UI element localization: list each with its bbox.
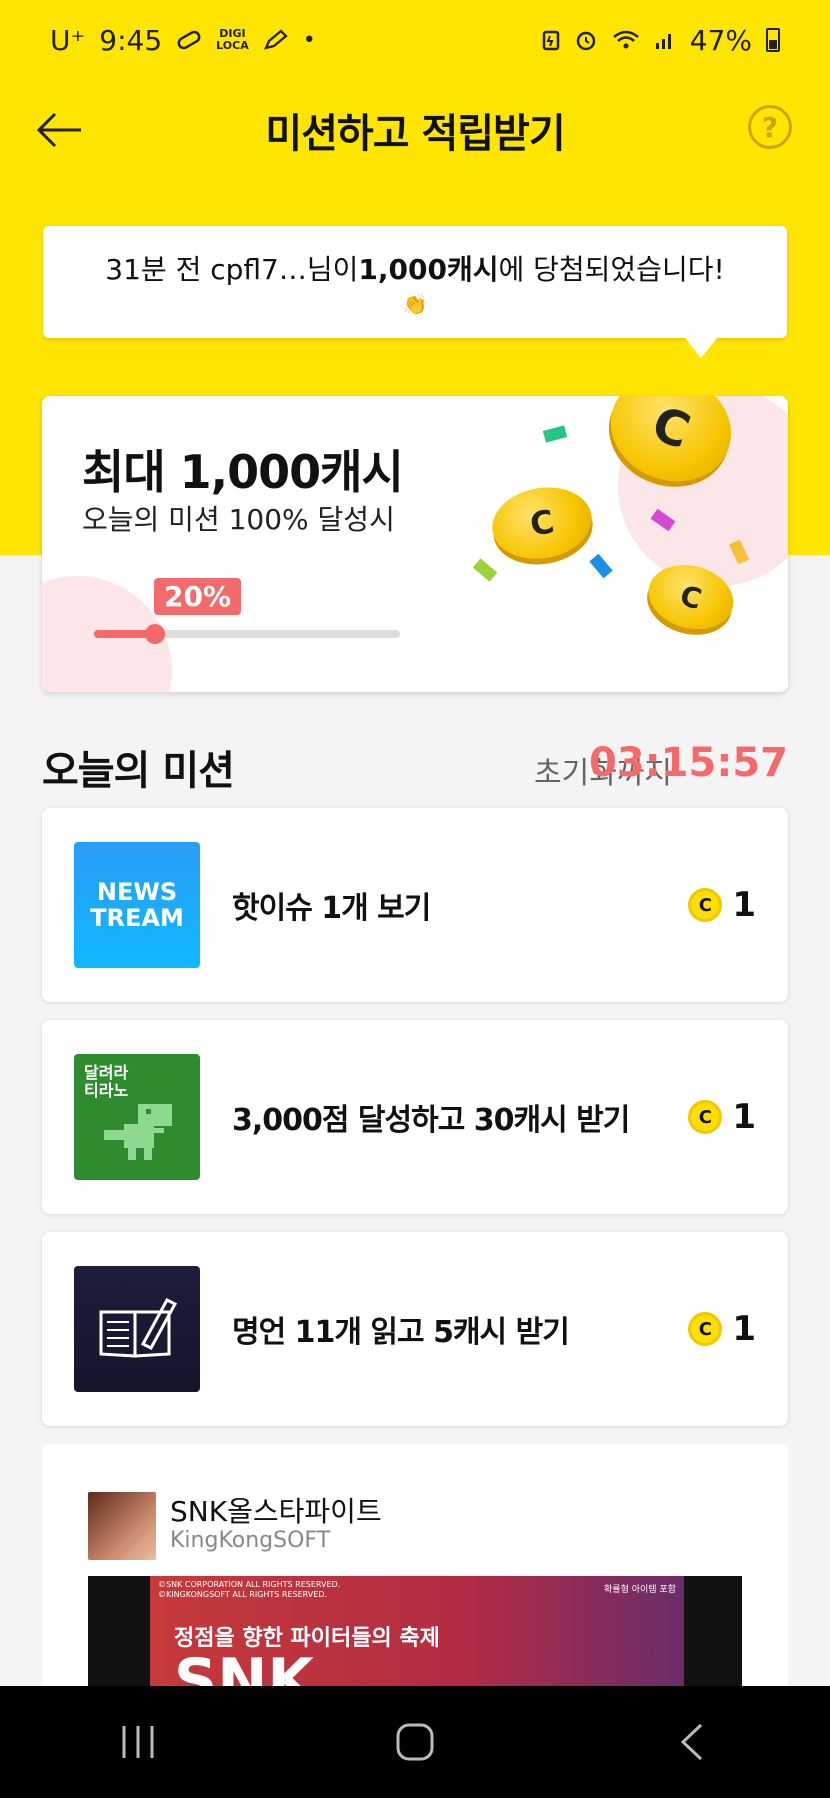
cash-coin-icon: C	[688, 888, 723, 922]
home-button[interactable]	[375, 1712, 455, 1772]
reset-countdown: 03:15:57	[589, 740, 788, 786]
ad-app-name: SNK올스타파이트	[170, 1495, 382, 1528]
home-icon	[396, 1723, 434, 1761]
dot-icon: •	[302, 27, 316, 53]
reward-amount: 1	[732, 1309, 756, 1349]
mission-card-tyranno[interactable]: 달려라 티라노 3,000점 달성하고 30캐시 받기 C 1	[42, 1020, 788, 1214]
question-icon: ?	[761, 110, 779, 144]
battery-percent: 47%	[689, 23, 752, 57]
status-bar: U⁺ 9:45 DIGI LOCA • 47%	[0, 0, 830, 80]
winner-notice: 31분 전 cpfl7…님이 1,000캐시 에 당첨되었습니다! 👏	[43, 226, 787, 358]
cash-coin-icon: C	[688, 1100, 723, 1134]
confetti	[589, 553, 613, 579]
coin-symbol: C	[644, 396, 698, 461]
dinosaur-icon	[104, 1104, 172, 1160]
pill-icon	[176, 30, 202, 50]
notice-prefix: 31분 전 cpfl7…님이	[105, 253, 359, 286]
ad-item-notice: 확률형 아이템 포함	[604, 1585, 676, 1595]
notice-suffix: 에 당첨되었습니다!	[498, 253, 725, 286]
confetti	[542, 425, 568, 443]
book-pen-icon	[74, 1266, 200, 1392]
battery-saver-icon	[542, 29, 560, 51]
alarm-icon	[574, 28, 598, 52]
back-button[interactable]	[30, 102, 90, 158]
cash-coin-icon: C	[688, 1312, 723, 1346]
reward-amount: 1	[732, 1097, 756, 1137]
dino-game-icon: 달려라 티라노	[74, 1054, 200, 1180]
mission-reward: C 1	[688, 1020, 756, 1214]
recent-apps-button[interactable]	[98, 1712, 178, 1772]
chevron-left-icon	[680, 1723, 702, 1761]
ad-copyright: ©SNK CORPORATION ALL RIGHTS RESERVED. ©K…	[158, 1580, 341, 1599]
mission-reward: C 1	[688, 808, 756, 1002]
mission-label: 명언 11개 읽고 5캐시 받기	[232, 1315, 570, 1350]
game-title: 달려라 티라노	[84, 1063, 129, 1100]
recent-apps-icon	[122, 1726, 154, 1758]
mission-card-quotes[interactable]: 명언 11개 읽고 5캐시 받기 C 1	[42, 1232, 788, 1426]
mission-reward: C 1	[688, 1232, 756, 1426]
ad-card[interactable]: SNK올스타파이트 KingKongSOFT ©SNK CORPORATION …	[42, 1444, 788, 1704]
ad-developer: KingKongSOFT	[170, 1528, 331, 1553]
system-nav-bar	[0, 1686, 830, 1798]
confetti	[472, 558, 498, 582]
ad-banner-art: ©SNK CORPORATION ALL RIGHTS RESERVED. ©K…	[150, 1576, 684, 1704]
digi-loca-icon: DIGI LOCA	[216, 27, 249, 52]
newstream-icon: NEWS TREAM	[74, 842, 200, 968]
app-bar: 미션하고 적립받기 ?	[0, 80, 830, 180]
notice-amount: 1,000캐시	[358, 253, 499, 286]
reward-subtitle: 오늘의 미션 100% 달성시	[82, 503, 395, 536]
mission-card-hot-issue[interactable]: NEWS TREAM 핫이슈 1개 보기 C 1	[42, 808, 788, 1002]
clapping-hands-icon: 👏	[402, 292, 428, 316]
back-nav-button[interactable]	[652, 1712, 732, 1772]
progress-bar	[94, 624, 400, 644]
mission-label: 3,000점 달성하고 30캐시 받기	[232, 1103, 630, 1138]
missions-title: 오늘의 미션	[42, 748, 235, 794]
signal-icon	[654, 29, 676, 51]
help-button[interactable]: ?	[748, 105, 792, 149]
coin-symbol: C	[527, 502, 557, 544]
ad-app-avatar	[88, 1492, 156, 1560]
coin-icon: C	[486, 479, 598, 567]
battery-icon	[766, 28, 780, 52]
arrow-left-icon	[36, 112, 81, 148]
reward-card: 최대 1,000캐시 오늘의 미션 100% 달성시 20% C C C	[42, 396, 788, 692]
coin-symbol: C	[676, 578, 706, 616]
progress-badge: 20%	[154, 578, 242, 615]
reward-title: 최대 1,000캐시	[82, 445, 404, 499]
clock: 9:45	[99, 23, 163, 57]
ad-banner[interactable]: ©SNK CORPORATION ALL RIGHTS RESERVED. ©K…	[88, 1576, 742, 1704]
reward-amount: 1	[732, 885, 756, 925]
carrier-label: U⁺	[50, 23, 86, 57]
mission-label: 핫이슈 1개 보기	[232, 891, 431, 926]
pencil-icon	[263, 28, 289, 52]
page-title: 미션하고 적립받기	[265, 111, 565, 157]
wifi-icon	[612, 29, 640, 51]
